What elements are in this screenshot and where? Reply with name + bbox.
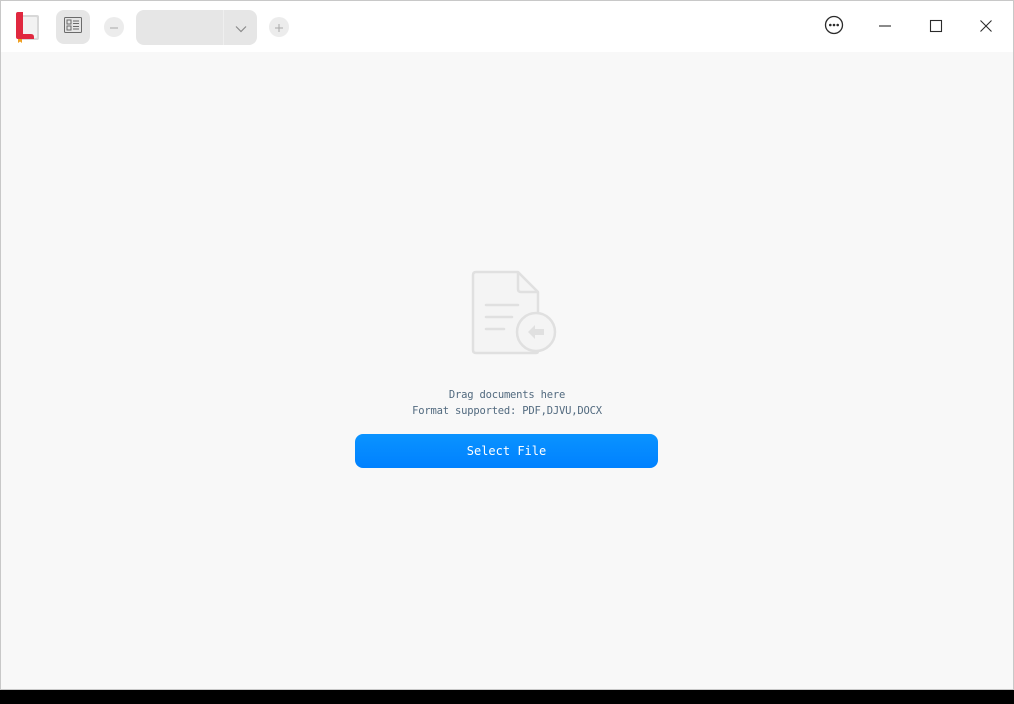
more-icon [824, 15, 844, 39]
maximize-icon [929, 18, 943, 37]
zoom-out-button[interactable] [104, 17, 124, 37]
minimize-button[interactable] [869, 11, 901, 43]
chevron-down-icon [235, 18, 247, 37]
main-menu-button[interactable] [818, 11, 850, 43]
plus-icon [274, 18, 284, 37]
document-viewer-window: Drag documents here Format supported: PD… [0, 0, 1014, 690]
minimize-icon [878, 18, 892, 37]
maximize-button[interactable] [920, 11, 952, 43]
screen-edge [0, 690, 1014, 704]
document-import-icon [468, 269, 558, 357]
app-logo-icon [13, 12, 43, 44]
drag-hint-text: Drag documents here [448, 389, 566, 401]
close-button[interactable] [970, 11, 1002, 43]
titlebar[interactable] [1, 1, 1013, 52]
thumbnails-button[interactable] [56, 10, 90, 44]
thumbnails-icon [64, 17, 82, 37]
select-file-button[interactable]: Select File [355, 434, 658, 468]
supported-formats-text: Format supported: PDF,DJVU,DOCX [412, 405, 602, 417]
drop-area[interactable]: Drag documents here Format supported: PD… [1, 52, 1013, 689]
minus-icon [109, 18, 119, 37]
zoom-in-button[interactable] [269, 17, 289, 37]
zoom-combobox[interactable] [136, 10, 257, 45]
close-icon [979, 18, 993, 37]
zoom-dropdown-button[interactable] [223, 10, 257, 45]
